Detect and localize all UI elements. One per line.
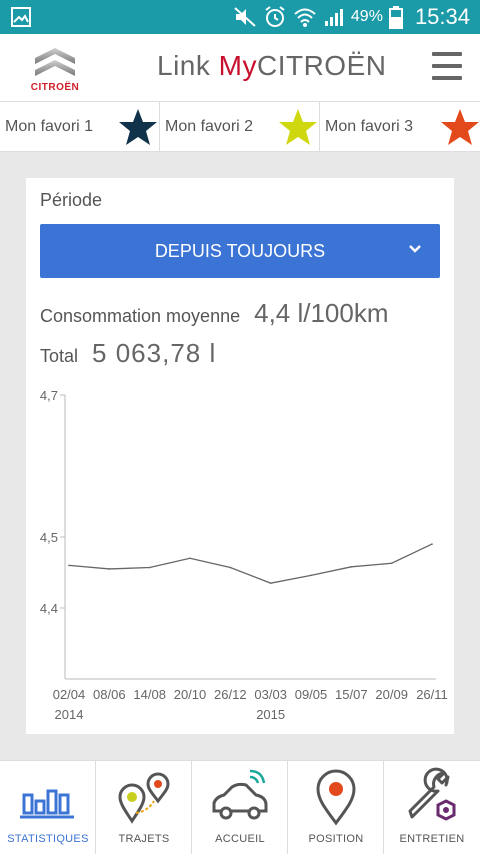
favorite-1[interactable]: Mon favori 1	[0, 102, 160, 152]
favorite-label: Mon favori 1	[5, 118, 94, 135]
nav-position[interactable]: POSITION	[288, 761, 384, 854]
chart-year-label: 2014	[55, 707, 84, 722]
nav-trajets[interactable]: TRAJETS	[96, 761, 192, 854]
total-value: 5 063,78 l	[92, 338, 217, 368]
app-title-prefix: Link	[157, 50, 219, 81]
chart-x-tick-label: 09/05	[295, 687, 328, 702]
chart-data-point	[310, 574, 312, 577]
nav-accueil[interactable]: ACCUEIL	[192, 761, 288, 854]
battery-icon	[388, 5, 403, 29]
bottom-navigation: STATISTIQUES TRAJETS ACCUEIL POSITION EN…	[0, 760, 480, 854]
nav-label: ENTRETIEN	[399, 833, 465, 845]
star-icon	[441, 109, 479, 145]
hamburger-menu-icon[interactable]	[432, 52, 462, 80]
mute-icon	[233, 6, 257, 28]
chart-x-tick-label: 20/10	[174, 687, 207, 702]
status-bar: 49% 15:34	[0, 0, 480, 34]
star-icon	[279, 109, 317, 145]
chart-y-tick-label: 4,7	[40, 388, 58, 403]
chevron-down-icon	[409, 245, 421, 253]
statistics-card: Période DEPUIS TOUJOURS Consommation moy…	[26, 178, 454, 734]
average-consumption: Consommation moyenne 4,4 l/100km	[40, 298, 389, 329]
chart-x-tick-label: 15/07	[335, 687, 368, 702]
chart-x-tick-label: 26/11	[416, 687, 448, 702]
chart-x-tick-label: 20/09	[375, 687, 408, 702]
average-consumption-label: Consommation moyenne	[40, 306, 241, 326]
chart-x-tick-label: 08/06	[93, 687, 126, 702]
wrench-icon	[408, 767, 456, 821]
period-select-value: DEPUIS TOUJOURS	[154, 240, 326, 261]
connected-car-icon	[212, 769, 268, 820]
bar-chart-icon	[20, 789, 74, 819]
chart-x-tick-label: 26/12	[214, 687, 247, 702]
chart-x-tick-label: 02/04	[53, 687, 86, 702]
favorite-label: Mon favori 3	[325, 118, 414, 135]
chart-year-label: 2015	[256, 707, 285, 722]
app-title-suffix: CITROËN	[256, 50, 387, 81]
chart-data-point	[148, 566, 151, 569]
consumption-line-chart: 4,7 4,5 4,4 02/04 08/06 14/08 20/10 26/12 03/03 0…	[40, 388, 448, 722]
favorites-bar: Mon favori 1 Mon favori 2 Mon favori 3	[0, 102, 480, 152]
route-pins-icon	[118, 772, 170, 824]
favorite-label: Mon favori 2	[165, 118, 254, 135]
chart-series-line	[68, 543, 433, 584]
chart-y-tick-label: 4,4	[40, 601, 58, 616]
chart-data-point	[68, 564, 70, 567]
nav-label: ACCUEIL	[215, 833, 265, 845]
chart-data-point	[108, 568, 111, 570]
chart-data-point	[431, 543, 433, 545]
chart-data-point	[350, 566, 353, 568]
chart-data-point	[189, 557, 191, 560]
total-consumption: Total 5 063,78 l	[40, 338, 216, 369]
nav-label: POSITION	[308, 833, 364, 845]
citroen-logo[interactable]: CITROËN	[22, 42, 88, 96]
total-label: Total	[40, 346, 79, 366]
map-pin-icon	[316, 769, 356, 826]
clock: 15:34	[414, 4, 470, 29]
period-label: Période	[40, 190, 103, 210]
wifi-icon	[293, 6, 317, 28]
nav-entretien[interactable]: ENTRETIEN	[384, 761, 480, 854]
app-title: Link MyCITROËN	[157, 50, 386, 82]
signal-icon	[323, 7, 345, 27]
star-icon	[119, 109, 157, 145]
nav-statistiques[interactable]: STATISTIQUES	[0, 761, 96, 854]
chart-x-tick-label: 03/03	[254, 687, 287, 702]
nav-label: TRAJETS	[118, 833, 170, 845]
chart-data-point	[229, 566, 232, 569]
chart-data-point	[269, 582, 272, 584]
alarm-icon	[263, 5, 287, 29]
chart-x-tick-label: 14/08	[133, 687, 166, 702]
nav-label: STATISTIQUES	[7, 833, 89, 845]
period-select[interactable]: DEPUIS TOUJOURS	[40, 224, 440, 278]
gallery-icon	[10, 6, 32, 28]
favorite-3[interactable]: Mon favori 3	[320, 102, 480, 152]
battery-percent: 49%	[350, 8, 383, 25]
app-title-accent: My	[218, 50, 257, 81]
chart-y-tick-label: 4,5	[40, 530, 58, 545]
logo-wordmark: CITROËN	[30, 82, 80, 93]
double-chevron-icon	[35, 48, 75, 76]
average-consumption-value: 4,4 l/100km	[254, 298, 389, 328]
app-header: CITROËN Link MyCITROËN	[0, 34, 480, 102]
favorite-2[interactable]: Mon favori 2	[160, 102, 320, 152]
chart-data-point	[390, 562, 393, 565]
